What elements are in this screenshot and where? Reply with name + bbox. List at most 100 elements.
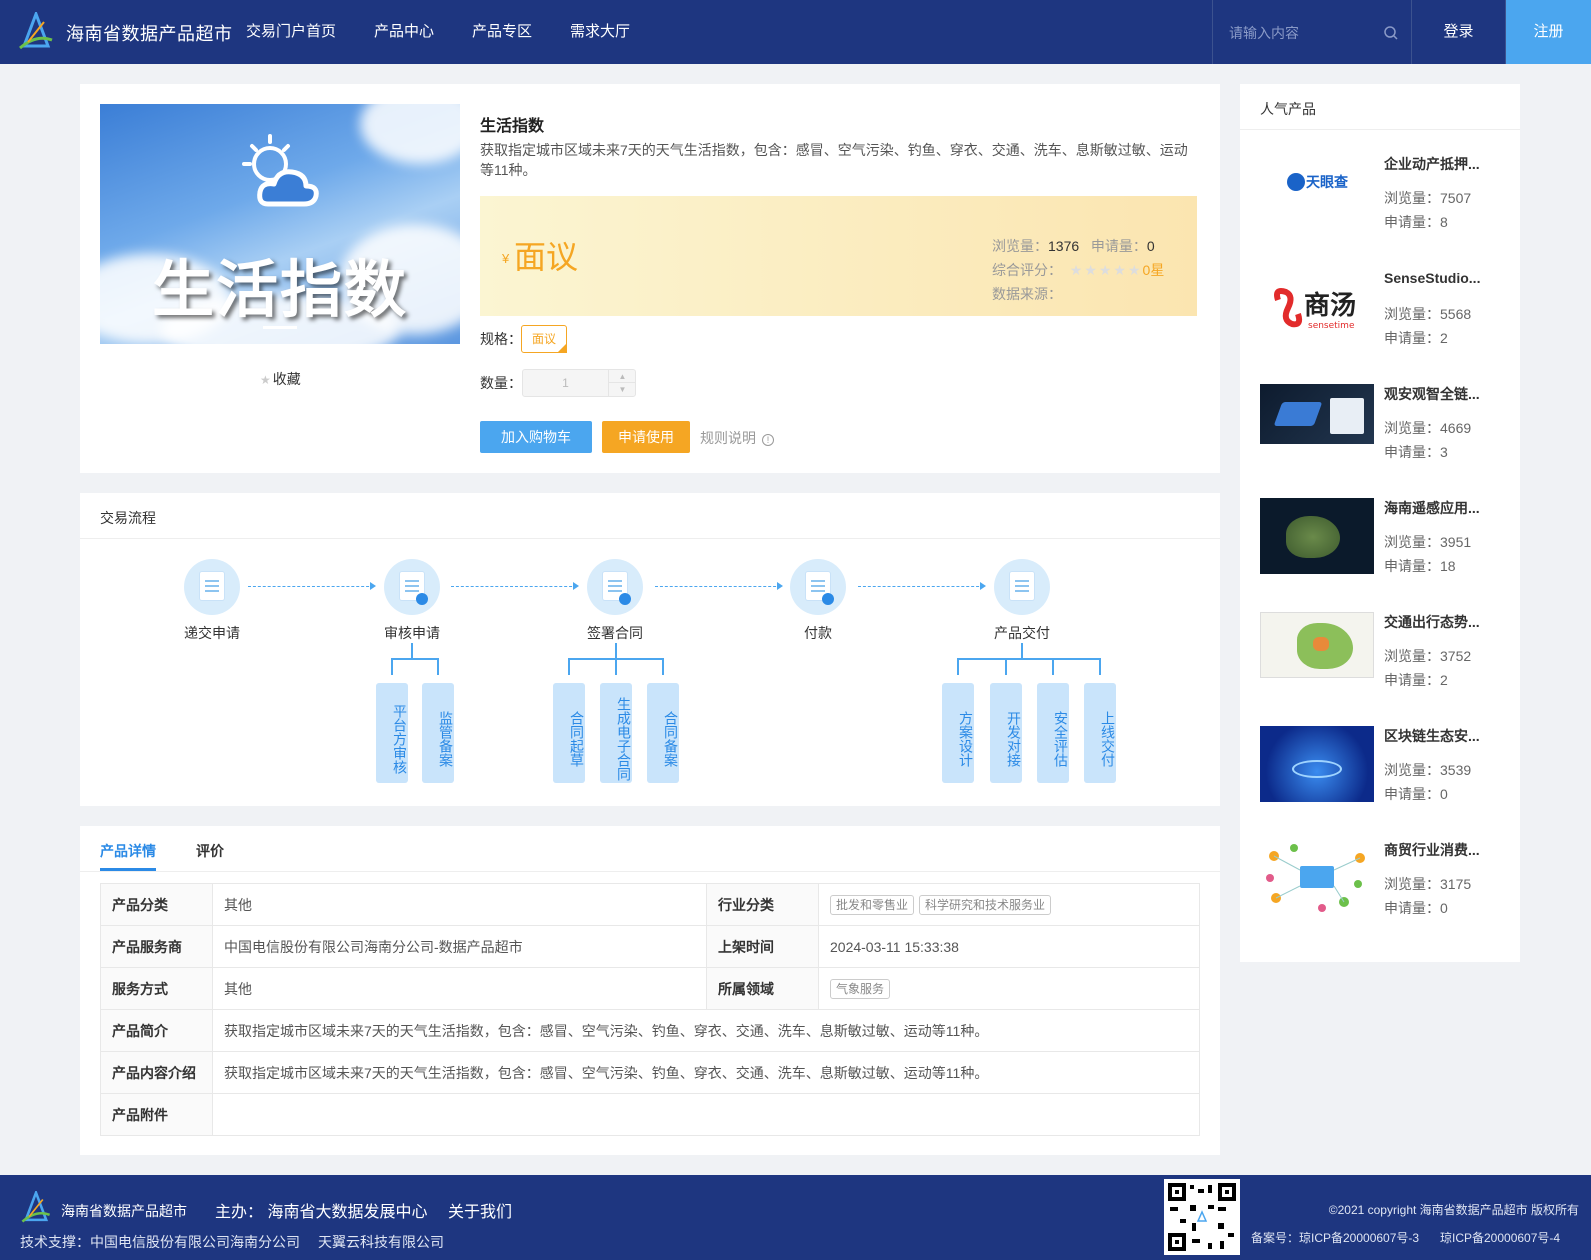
- views-label: 浏览量：: [1384, 306, 1440, 322]
- quantity-input[interactable]: [523, 370, 608, 396]
- applies-value: 2: [1440, 330, 1448, 346]
- rating-label: 综合评分：: [992, 262, 1062, 278]
- nav-product-zone[interactable]: 产品专区: [472, 0, 532, 64]
- step-payment: 付款: [763, 559, 873, 643]
- views-value: 4669: [1440, 420, 1472, 436]
- popular-item[interactable]: 商汤 sensetime SenseStudio... 浏览量：5568 申请量：…: [1260, 270, 1510, 370]
- add-to-cart-button[interactable]: 加入购物车: [480, 421, 592, 453]
- views-label: 浏览量：: [1384, 762, 1440, 778]
- popular-item[interactable]: 交通出行态势... 浏览量：3752 申请量：2: [1260, 612, 1510, 712]
- delivery-doc-icon: [994, 559, 1050, 615]
- views-value: 3175: [1440, 876, 1472, 892]
- sub-step-security-assessment: 安全评估: [1037, 683, 1069, 783]
- qr-code-icon: [1164, 1179, 1240, 1255]
- login-button[interactable]: 登录: [1412, 0, 1506, 64]
- footer-icp-1[interactable]: 备案号：琼ICP备20000607号-3: [1251, 1229, 1419, 1246]
- table-row: 服务方式 其他 所属领域 气象服务: [100, 967, 1200, 1010]
- table-row: 产品服务商 中国电信股份有限公司海南分公司-数据产品超市 上架时间 2024-0…: [100, 925, 1200, 968]
- currency-symbol: ¥: [502, 251, 510, 266]
- rules-link[interactable]: 规则说明!: [700, 428, 774, 448]
- applies-label: 申请量：: [1384, 786, 1440, 802]
- footer-copyright: ©2021 copyright 海南省数据产品超市 版权所有: [1328, 1203, 1579, 1217]
- cell-key: 产品服务商: [100, 925, 213, 968]
- views-value: 3951: [1440, 534, 1472, 550]
- views-value: 7507: [1440, 190, 1472, 206]
- popular-item-name: 观安观智全链...: [1384, 386, 1480, 402]
- connector: [957, 658, 1101, 660]
- cell-value: 获取指定城市区域未来7天的天气生活指数，包含：感冒、空气污染、钓鱼、穿衣、交通、…: [212, 1009, 1200, 1052]
- popular-item[interactable]: 商贸行业消费... 浏览量：3175 申请量：0: [1260, 840, 1510, 940]
- process-panel: 交易流程 递交申请 审核申请 签署合同 付款 产品交付 平台方审核 监管备案 合…: [80, 493, 1220, 806]
- sensetime-logo-thumbnail: 商汤 sensetime: [1260, 270, 1374, 346]
- spec-option[interactable]: 面议: [521, 325, 567, 353]
- cell-key: 行业分类: [706, 883, 819, 926]
- footer-tech-support-2: 天翼云科技有限公司: [318, 1234, 444, 1250]
- footer-icp-2[interactable]: 琼ICP备20000607号-4: [1440, 1229, 1560, 1246]
- footer-logo-icon: [21, 1191, 51, 1223]
- connector: [391, 658, 393, 675]
- divider: [80, 538, 1220, 539]
- popular-item[interactable]: 天眼查 企业动产抵押... 浏览量：7507 申请量：8: [1260, 154, 1510, 254]
- applies-label: 申请量：: [1384, 330, 1440, 346]
- satellite-map-thumbnail: [1260, 498, 1374, 574]
- quantity-label: 数量：: [480, 375, 522, 391]
- rules-label: 规则说明: [700, 430, 756, 446]
- table-row: 产品附件: [100, 1093, 1200, 1136]
- connector: [615, 643, 617, 659]
- step-label: 付款: [804, 625, 832, 641]
- table-row: 产品分类 其他 行业分类 批发和零售业 科学研究和技术服务业: [100, 883, 1200, 926]
- popular-item[interactable]: 区块链生态安... 浏览量：3539 申请量：0: [1260, 726, 1510, 826]
- cell-key: 所属领域: [706, 967, 819, 1010]
- connector: [1005, 658, 1007, 675]
- popular-item-views: 浏览量：3175: [1384, 874, 1471, 894]
- cell-key: 产品简介: [100, 1009, 213, 1052]
- applies-value: 18: [1440, 558, 1456, 574]
- views-value: 5568: [1440, 306, 1472, 322]
- step-label: 产品交付: [994, 625, 1050, 641]
- views-value: 1376: [1048, 238, 1080, 254]
- nav-product-center[interactable]: 产品中心: [374, 0, 434, 64]
- popular-title: 人气产品: [1260, 101, 1316, 117]
- applies-value: 3: [1440, 444, 1448, 460]
- search-input[interactable]: [1229, 22, 1379, 44]
- favorite-button[interactable]: ★ 收藏: [260, 369, 301, 389]
- search-icon[interactable]: [1383, 25, 1399, 41]
- blockchain-thumbnail: [1260, 726, 1374, 802]
- about-us-link[interactable]: 关于我们: [448, 1198, 512, 1222]
- review-doc-icon: [384, 559, 440, 615]
- cell-value: [212, 1093, 1200, 1136]
- nav-demand-hall[interactable]: 需求大厅: [570, 0, 630, 64]
- nav-home[interactable]: 交易门户首页: [246, 0, 336, 64]
- applies-label: 申请量：: [1384, 672, 1440, 688]
- source-label: 数据来源：: [992, 286, 1062, 302]
- cell-value: 中国电信股份有限公司海南分公司-数据产品超市: [212, 925, 707, 968]
- flow-arrow: [248, 582, 376, 590]
- tab-reviews[interactable]: 评价: [196, 841, 224, 861]
- step-label: 签署合同: [587, 625, 643, 641]
- views-label: 浏览量：: [1384, 876, 1440, 892]
- apply-use-button[interactable]: 申请使用: [602, 421, 690, 453]
- table-row: 产品简介 获取指定城市区域未来7天的天气生活指数，包含：感冒、空气污染、钓鱼、穿…: [100, 1009, 1200, 1052]
- carousel-indicator[interactable]: [263, 326, 297, 329]
- popular-item-applies: 申请量：2: [1384, 670, 1448, 690]
- views-label: 浏览量：: [1384, 648, 1440, 664]
- product-title: 生活指数: [480, 118, 545, 135]
- popular-item[interactable]: 海南遥感应用... 浏览量：3951 申请量：18: [1260, 498, 1510, 598]
- applies-label: 申请量：: [1384, 558, 1440, 574]
- rating-value: 0星: [1142, 262, 1165, 278]
- tab-product-detail[interactable]: 产品详情: [100, 841, 156, 861]
- views-label: 浏览量：: [1384, 190, 1440, 206]
- site-logo-icon[interactable]: [18, 12, 54, 52]
- quantity-down-icon[interactable]: ▼: [609, 383, 636, 396]
- popular-item-name: 企业动产抵押...: [1384, 156, 1480, 172]
- views-label: 浏览量：: [992, 238, 1048, 254]
- footer-brand: 海南省数据产品超市: [61, 1203, 187, 1219]
- popular-item[interactable]: 观安观智全链... 浏览量：4669 申请量：3: [1260, 384, 1510, 484]
- product-description: 获取指定城市区域未来7天的天气生活指数，包含：感冒、空气污染、钓鱼、穿衣、交通、…: [480, 142, 1188, 178]
- quantity-up-icon[interactable]: ▲: [609, 370, 636, 383]
- cell-value: 其他: [212, 967, 707, 1010]
- site-brand[interactable]: 海南省数据产品超市: [66, 20, 233, 46]
- register-button[interactable]: 注册: [1506, 0, 1591, 64]
- field-tags: 气象服务: [818, 967, 1200, 1010]
- popular-item-name: 交通出行态势...: [1384, 614, 1480, 630]
